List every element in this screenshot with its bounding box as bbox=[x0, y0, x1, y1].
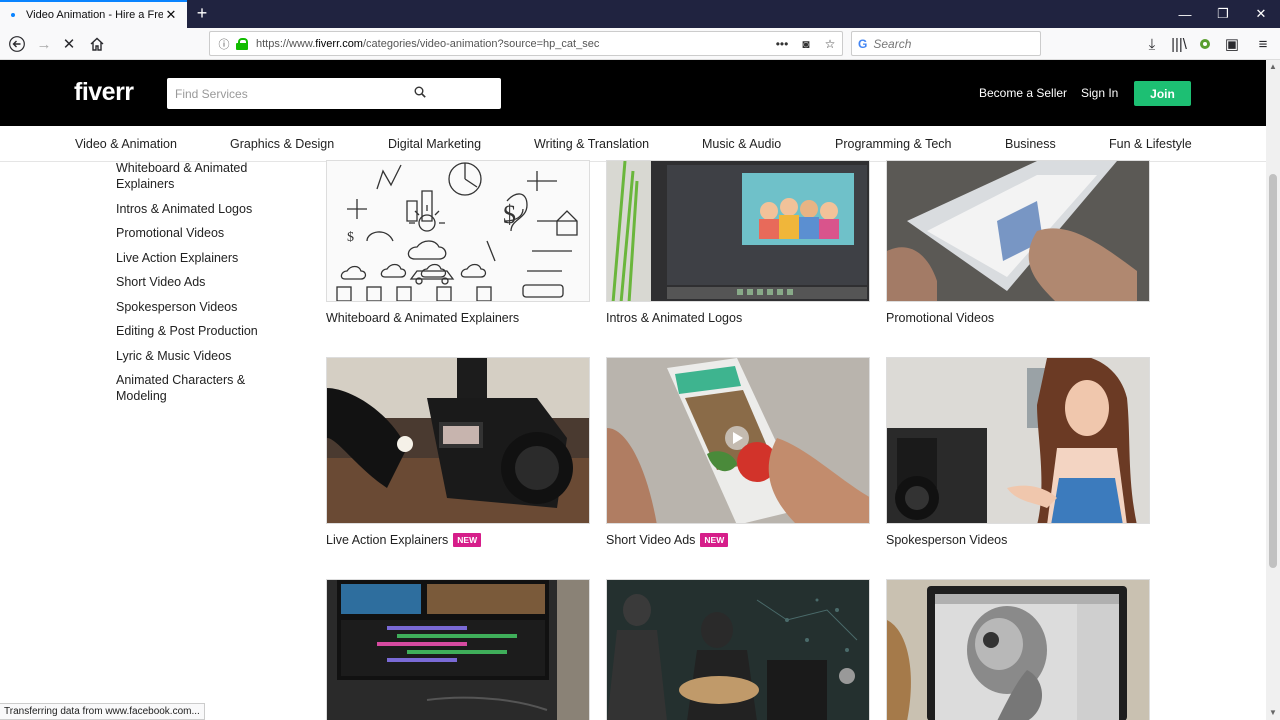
category-video-animation[interactable]: Video & Animation bbox=[75, 137, 177, 151]
fiverr-logo[interactable]: fiverr bbox=[74, 78, 134, 107]
category-card[interactable]: Intros & Animated Logos bbox=[606, 160, 870, 325]
sidebar-item-spokesperson[interactable]: Spokesperson Videos bbox=[116, 299, 296, 315]
category-business[interactable]: Business bbox=[1005, 137, 1056, 151]
page-scrollbar[interactable]: ▲ ▼ bbox=[1266, 60, 1280, 720]
live-action-thumbnail[interactable] bbox=[326, 357, 590, 524]
card-label[interactable]: Promotional Videos bbox=[886, 311, 994, 325]
scroll-up-icon[interactable]: ▲ bbox=[1266, 62, 1280, 71]
extension-icon[interactable] bbox=[1193, 32, 1217, 56]
spokesperson-thumbnail[interactable] bbox=[886, 357, 1150, 524]
become-seller-link[interactable]: Become a Seller bbox=[979, 86, 1067, 100]
page-actions-icon[interactable]: ••• bbox=[770, 37, 794, 51]
google-icon: G bbox=[858, 36, 868, 51]
scrollbar-thumb[interactable] bbox=[1269, 174, 1277, 568]
card-label[interactable]: Whiteboard & Animated Explainers bbox=[326, 311, 519, 325]
sidebar-item-promotional[interactable]: Promotional Videos bbox=[116, 225, 296, 241]
category-card[interactable]: Spokesperson Videos bbox=[886, 357, 1150, 547]
new-badge: NEW bbox=[700, 533, 729, 547]
navigation-bar: → ✕ ⓘ https://www.fiverr.com/categories/… bbox=[0, 28, 1280, 60]
promotional-thumbnail[interactable] bbox=[886, 160, 1150, 302]
scroll-down-icon[interactable]: ▼ bbox=[1266, 708, 1280, 717]
find-services-input[interactable]: Find Services bbox=[167, 78, 501, 109]
card-label[interactable]: Intros & Animated Logos bbox=[606, 311, 742, 325]
browser-search-input[interactable]: G Search bbox=[851, 31, 1041, 56]
category-card[interactable] bbox=[326, 579, 590, 720]
status-bar: Transferring data from www.facebook.com.… bbox=[0, 703, 205, 720]
close-tab-icon[interactable]: ✕ bbox=[163, 7, 179, 23]
sidebar-item-intros[interactable]: Intros & Animated Logos bbox=[116, 201, 296, 217]
close-window-icon[interactable]: ✕ bbox=[1242, 0, 1280, 28]
home-icon[interactable] bbox=[85, 32, 109, 56]
browser-tab[interactable]: Video Animation - Hire a Freelanc ✕ bbox=[0, 0, 187, 28]
category-card[interactable]: Short Video Ads NEW bbox=[606, 357, 870, 547]
maximize-icon[interactable]: ❐ bbox=[1204, 0, 1242, 28]
info-icon[interactable]: ⓘ bbox=[214, 36, 234, 52]
join-button[interactable]: Join bbox=[1134, 81, 1191, 106]
sidebar-item-editing[interactable]: Editing & Post Production bbox=[116, 323, 296, 339]
category-digital-marketing[interactable]: Digital Marketing bbox=[388, 137, 481, 151]
bookmark-star-icon[interactable]: ☆ bbox=[818, 37, 842, 51]
category-fun-lifestyle[interactable]: Fun & Lifestyle bbox=[1109, 137, 1192, 151]
search-icon[interactable] bbox=[338, 86, 501, 101]
category-programming-tech[interactable]: Programming & Tech bbox=[835, 137, 952, 151]
stop-icon[interactable]: ✕ bbox=[57, 32, 81, 56]
tab-title: Video Animation - Hire a Freelanc bbox=[26, 9, 163, 21]
sidebar-item-live-action[interactable]: Live Action Explainers bbox=[116, 250, 296, 266]
svg-text:$: $ bbox=[347, 230, 354, 245]
category-card[interactable]: Live Action Explainers NEW bbox=[326, 357, 590, 547]
card-label[interactable]: Spokesperson Videos bbox=[886, 533, 1007, 547]
category-music-audio[interactable]: Music & Audio bbox=[702, 137, 781, 151]
url-bar[interactable]: ⓘ https://www.fiverr.com/categories/vide… bbox=[209, 31, 843, 56]
category-card[interactable]: Promotional Videos bbox=[886, 160, 1150, 325]
whiteboard-thumbnail[interactable]: $ $ bbox=[326, 160, 590, 302]
pocket-icon[interactable]: ◙ bbox=[794, 37, 818, 51]
loading-icon bbox=[8, 10, 18, 20]
sidebar-icon[interactable]: ▣ bbox=[1220, 32, 1244, 56]
editing-thumbnail[interactable] bbox=[326, 579, 590, 720]
category-card[interactable] bbox=[886, 579, 1150, 720]
minimize-icon[interactable]: — bbox=[1166, 0, 1204, 28]
card-label[interactable]: Short Video Ads bbox=[606, 533, 695, 547]
site-header: fiverr Find Services Become a Seller Sig… bbox=[0, 60, 1266, 126]
lyric-music-thumbnail[interactable] bbox=[606, 579, 870, 720]
download-icon[interactable]: ⤓ bbox=[1140, 32, 1164, 56]
back-icon[interactable] bbox=[5, 32, 29, 56]
category-card[interactable] bbox=[606, 579, 870, 720]
new-tab-icon[interactable]: + bbox=[192, 4, 212, 24]
category-nav: Video & Animation Graphics & Design Digi… bbox=[0, 126, 1266, 162]
sign-in-link[interactable]: Sign In bbox=[1081, 86, 1118, 100]
url-text: https://www.fiverr.com/categories/video-… bbox=[256, 37, 600, 50]
library-icon[interactable]: |||\ bbox=[1167, 32, 1191, 56]
sidebar-item-short-video-ads[interactable]: Short Video Ads bbox=[116, 274, 296, 290]
sidebar-item-lyric-music[interactable]: Lyric & Music Videos bbox=[116, 348, 296, 364]
subcategory-sidebar: Whiteboard & Animated Explainers Intros … bbox=[116, 160, 296, 413]
sidebar-item-whiteboard[interactable]: Whiteboard & Animated Explainers bbox=[116, 160, 296, 192]
svg-text:$: $ bbox=[503, 200, 516, 229]
new-badge: NEW bbox=[453, 533, 482, 547]
tab-bar: Video Animation - Hire a Freelanc ✕ + — … bbox=[0, 0, 1280, 28]
animated-characters-thumbnail[interactable] bbox=[886, 579, 1150, 720]
lock-icon[interactable] bbox=[236, 38, 250, 50]
card-label[interactable]: Live Action Explainers bbox=[326, 533, 448, 547]
menu-icon[interactable]: ≡ bbox=[1251, 32, 1275, 56]
category-writing-translation[interactable]: Writing & Translation bbox=[534, 137, 649, 151]
sidebar-item-animated-characters[interactable]: Animated Characters & Modeling bbox=[116, 372, 296, 404]
short-video-ads-thumbnail[interactable] bbox=[606, 357, 870, 524]
intros-thumbnail[interactable] bbox=[606, 160, 870, 302]
category-graphics-design[interactable]: Graphics & Design bbox=[230, 137, 334, 151]
forward-icon[interactable]: → bbox=[32, 32, 56, 56]
category-card[interactable]: $ $ Whiteboard & Animated Explainers bbox=[326, 160, 590, 325]
